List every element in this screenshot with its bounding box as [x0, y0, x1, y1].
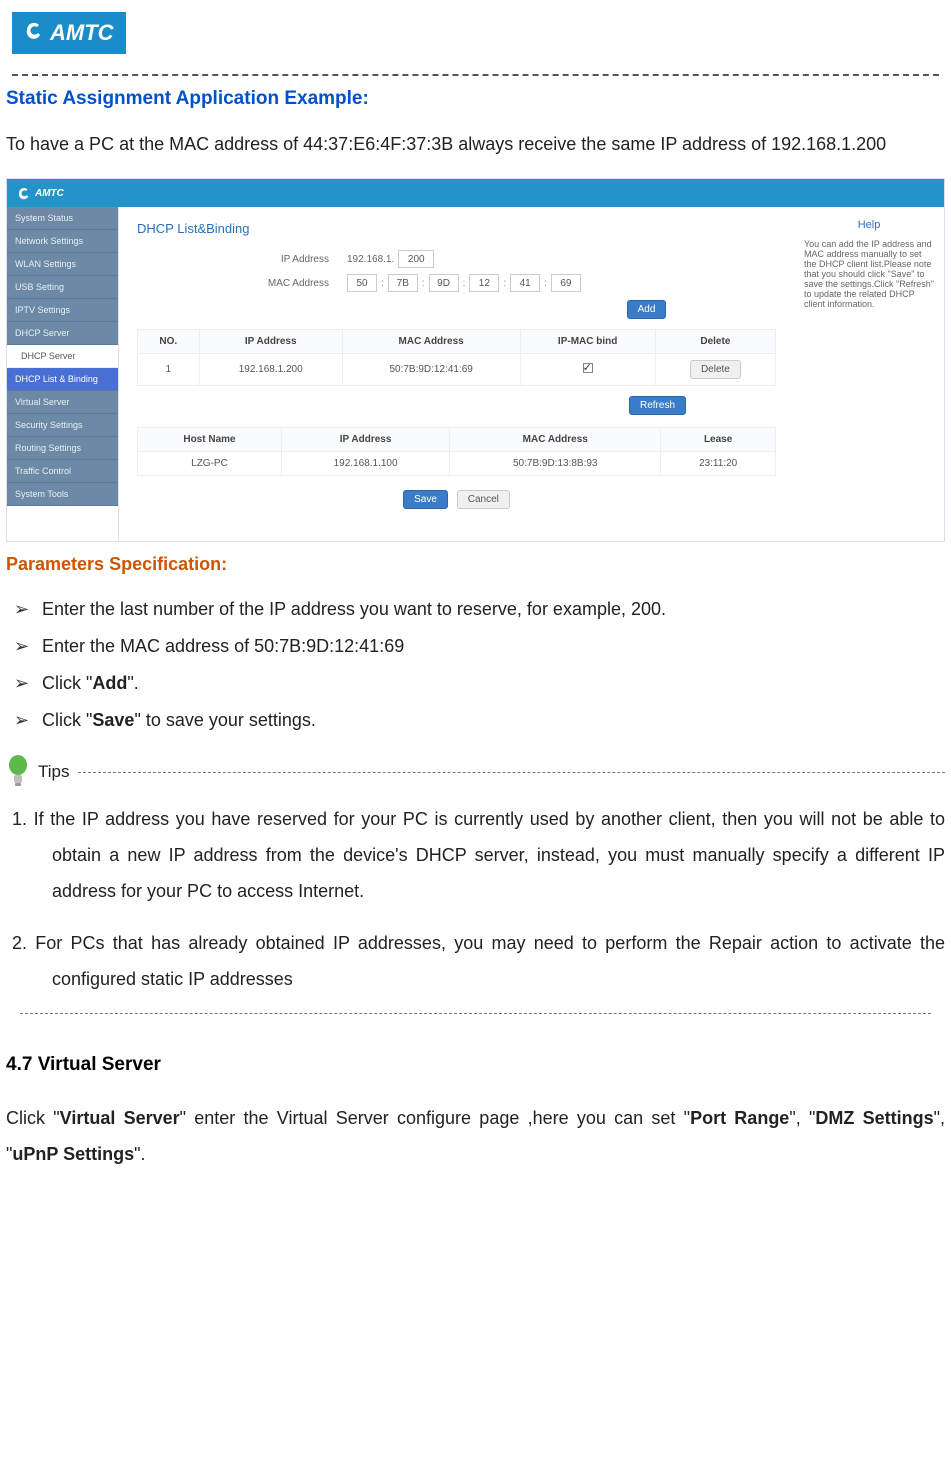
- table-row: 1192.168.1.20050:7B:9D:12:41:69Delete: [138, 354, 776, 386]
- mac-octet-input[interactable]: 12: [469, 274, 499, 292]
- help-body: You can add the IP address and MAC addre…: [804, 239, 934, 309]
- table-header: MAC Address: [450, 428, 661, 452]
- tips-header: Tips: [6, 755, 945, 789]
- mac-octet-input[interactable]: 69: [551, 274, 581, 292]
- sidebar-item[interactable]: DHCP Server: [7, 345, 118, 368]
- app-logo-text: AMTC: [35, 188, 64, 199]
- sidebar-item[interactable]: System Tools: [7, 483, 118, 506]
- sidebar-item[interactable]: System Status: [7, 207, 118, 230]
- mac-octet-input[interactable]: 7B: [388, 274, 418, 292]
- table-header: IP Address: [281, 428, 449, 452]
- table-header: Delete: [655, 330, 775, 354]
- ip-prefix: 192.168.1.: [347, 254, 394, 265]
- mac-octet-input[interactable]: 50: [347, 274, 377, 292]
- save-button[interactable]: Save: [403, 490, 448, 509]
- app-topbar: AMTC: [7, 179, 944, 207]
- tips-end-divider: [20, 1013, 931, 1014]
- sidebar-item[interactable]: WLAN Settings: [7, 253, 118, 276]
- table-header: MAC Address: [342, 330, 520, 354]
- sidebar-item[interactable]: Routing Settings: [7, 437, 118, 460]
- params-title: Parameters Specification:: [6, 554, 945, 575]
- sidebar-item[interactable]: DHCP List & Binding: [7, 368, 118, 391]
- binding-table: NO.IP AddressMAC AddressIP-MAC bindDelet…: [137, 329, 776, 386]
- cancel-button[interactable]: Cancel: [457, 490, 510, 509]
- delete-button[interactable]: Delete: [690, 360, 741, 379]
- sidebar-item[interactable]: USB Setting: [7, 276, 118, 299]
- app-screenshot: AMTC System StatusNetwork SettingsWLAN S…: [6, 178, 945, 542]
- table-header: IP-MAC bind: [520, 330, 655, 354]
- table-header: IP Address: [199, 330, 342, 354]
- sidebar-item[interactable]: IPTV Settings: [7, 299, 118, 322]
- tip-1: 1. If the IP address you have reserved f…: [6, 801, 945, 909]
- example-title: Static Assignment Application Example:: [6, 88, 945, 110]
- panel-title: DHCP List&Binding: [137, 221, 776, 236]
- sidebar-item[interactable]: Security Settings: [7, 414, 118, 437]
- ip-address-label: IP Address: [137, 254, 347, 265]
- param-item: Enter the MAC address of 50:7B:9D:12:41:…: [6, 628, 945, 665]
- sidebar-item[interactable]: Traffic Control: [7, 460, 118, 483]
- bulb-icon: [6, 755, 30, 789]
- section-4-7-title: 4.7 Virtual Server: [6, 1054, 945, 1076]
- sidebar-item[interactable]: Virtual Server: [7, 391, 118, 414]
- page-logo: AMTC: [12, 12, 126, 54]
- tips-dashes: [78, 772, 946, 773]
- table-header: Host Name: [138, 428, 282, 452]
- logo-text: AMTC: [50, 20, 114, 46]
- param-item: Click "Add".: [6, 665, 945, 702]
- bind-checkbox[interactable]: [583, 363, 593, 373]
- mac-octet-input[interactable]: 41: [510, 274, 540, 292]
- table-header: NO.: [138, 330, 200, 354]
- help-panel: Help You can add the IP address and MAC …: [794, 207, 944, 541]
- add-button[interactable]: Add: [627, 300, 667, 319]
- mac-address-label: MAC Address: [137, 278, 347, 289]
- mac-octet-input[interactable]: 9D: [429, 274, 459, 292]
- param-item: Enter the last number of the IP address …: [6, 591, 945, 628]
- intro-text: To have a PC at the MAC address of 44:37…: [6, 126, 945, 162]
- app-sidebar: System StatusNetwork SettingsWLAN Settin…: [7, 207, 119, 541]
- refresh-button[interactable]: Refresh: [629, 396, 686, 415]
- param-item: Click "Save" to save your settings.: [6, 702, 945, 739]
- sidebar-item[interactable]: DHCP Server: [7, 322, 118, 345]
- sidebar-item[interactable]: Network Settings: [7, 230, 118, 253]
- tips-label: Tips: [38, 762, 70, 782]
- app-main-panel: DHCP List&Binding IP Address 192.168.1. …: [119, 207, 794, 541]
- lease-table: Host NameIP AddressMAC AddressLease LZG-…: [137, 427, 776, 476]
- table-header: Lease: [661, 428, 776, 452]
- params-list: Enter the last number of the IP address …: [6, 591, 945, 739]
- ip-last-input[interactable]: 200: [398, 250, 434, 268]
- table-row: LZG-PC192.168.1.10050:7B:9D:13:8B:9323:1…: [138, 452, 776, 476]
- logo-icon: [24, 20, 44, 46]
- tip-2: 2. For PCs that has already obtained IP …: [6, 925, 945, 997]
- help-title: Help: [804, 219, 934, 231]
- top-divider: [12, 74, 939, 76]
- virtual-server-text: Click "Virtual Server" enter the Virtual…: [6, 1100, 945, 1172]
